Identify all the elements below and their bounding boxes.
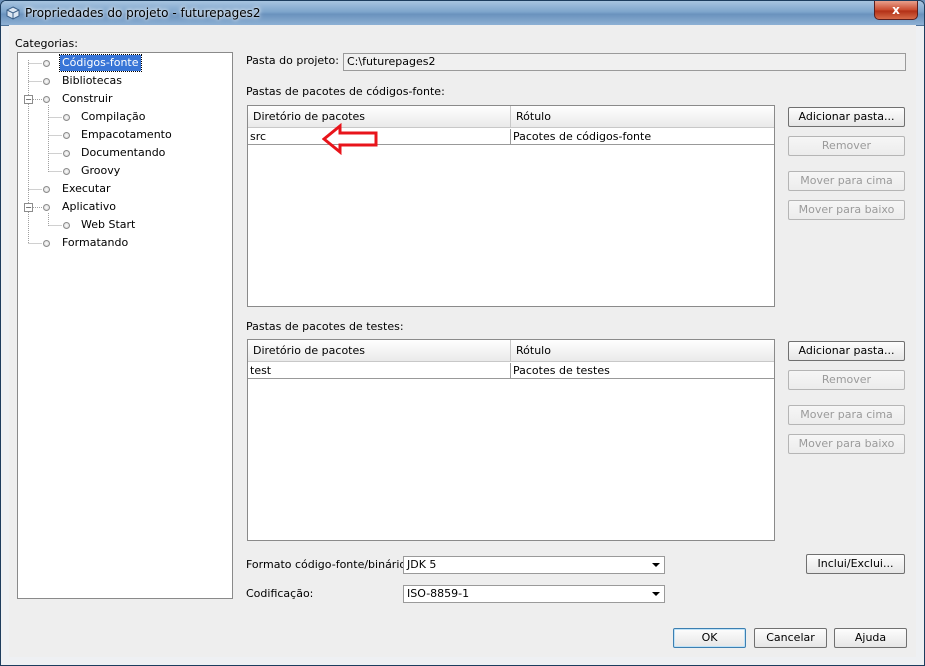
project-folder-label: Pasta do projeto: xyxy=(246,54,339,67)
tree-item-documentando[interactable]: Documentando xyxy=(81,145,165,161)
tree-item-executar[interactable]: Executar xyxy=(62,181,111,197)
test-move-up-button[interactable]: Mover para cima xyxy=(788,405,905,425)
test-add-folder-button[interactable]: Adicionar pasta... xyxy=(788,341,905,361)
cell-label[interactable]: Pacotes de testes xyxy=(511,363,774,378)
cell-dir[interactable]: test xyxy=(248,363,511,378)
tree-bullet-icon xyxy=(63,132,70,139)
tree-bullet-icon xyxy=(63,114,70,121)
tree-item-aplicativo[interactable]: Aplicativo xyxy=(62,199,116,215)
source-remove-button[interactable]: Remover xyxy=(788,136,905,156)
test-move-down-button[interactable]: Mover para baixo xyxy=(788,434,905,454)
tree-item-construir[interactable]: Construir xyxy=(62,91,113,107)
column-header-dir[interactable]: Diretório de pacotes xyxy=(248,340,511,362)
test-packages-table[interactable]: Diretório de pacotes Rótulo test Pacotes… xyxy=(247,339,775,541)
source-format-label: Formato código-fonte/binário: xyxy=(246,558,410,571)
tree-bullet-icon xyxy=(43,96,50,103)
table-row[interactable]: test Pacotes de testes xyxy=(248,363,774,379)
chevron-down-icon xyxy=(652,592,660,596)
tree-bullet-icon xyxy=(43,204,50,211)
encoding-label: Codificação: xyxy=(246,587,314,600)
tree-item-formatando[interactable]: Formatando xyxy=(62,235,128,251)
source-add-folder-button[interactable]: Adicionar pasta... xyxy=(788,107,905,127)
collapse-toggle-icon[interactable]: − xyxy=(24,203,33,212)
column-header-label[interactable]: Rótulo xyxy=(511,340,774,362)
source-move-down-button[interactable]: Mover para baixo xyxy=(788,200,905,220)
categories-tree[interactable]: Códigos-fonte Bibliotecas − Construir Co… xyxy=(17,52,233,599)
categories-label: Categorias: xyxy=(15,37,78,50)
collapse-toggle-icon[interactable]: − xyxy=(24,95,33,104)
project-folder-field[interactable]: C:\futurepages2 xyxy=(343,53,906,71)
source-format-select[interactable]: JDK 5 xyxy=(403,556,665,574)
tree-item-web-start[interactable]: Web Start xyxy=(81,217,135,233)
chevron-down-icon xyxy=(652,563,660,567)
dialog-window: Propriedades do projeto - futurepages2 x… xyxy=(0,0,925,666)
tree-bullet-icon xyxy=(43,186,50,193)
ok-button[interactable]: OK xyxy=(673,628,746,648)
tree-bullet-icon xyxy=(43,78,50,85)
tree-item-compilacao[interactable]: Compilação xyxy=(81,109,145,125)
tree-bullet-icon xyxy=(63,168,70,175)
help-button[interactable]: Ajuda xyxy=(834,628,907,648)
dialog-body: Categorias: Códigos-fonte Bibliotecas − … xyxy=(9,25,916,657)
title-bar[interactable]: Propriedades do projeto - futurepages2 x xyxy=(1,1,924,26)
window-title: Propriedades do projeto - futurepages2 xyxy=(25,6,261,20)
tree-bullet-icon xyxy=(43,60,50,67)
close-icon: x xyxy=(892,3,900,17)
source-packages-label: Pastas de pacotes de códigos-fonte: xyxy=(246,85,445,98)
cancel-button[interactable]: Cancelar xyxy=(754,628,827,648)
tree-item-empacotamento[interactable]: Empacotamento xyxy=(81,127,172,143)
encoding-value: ISO-8859-1 xyxy=(407,587,470,600)
encoding-select[interactable]: ISO-8859-1 xyxy=(403,585,665,603)
test-remove-button[interactable]: Remover xyxy=(788,370,905,390)
source-move-up-button[interactable]: Mover para cima xyxy=(788,171,905,191)
netbeans-cube-icon xyxy=(6,6,20,20)
tree-bullet-icon xyxy=(63,222,70,229)
test-packages-label: Pastas de pacotes de testes: xyxy=(246,320,404,333)
cell-label[interactable]: Pacotes de códigos-fonte xyxy=(511,129,774,144)
tree-bullet-icon xyxy=(43,240,50,247)
source-format-value: JDK 5 xyxy=(407,558,437,571)
tree-bullet-icon xyxy=(63,150,70,157)
column-header-label[interactable]: Rótulo xyxy=(511,106,774,128)
tree-item-groovy[interactable]: Groovy xyxy=(81,163,120,179)
tree-item-bibliotecas[interactable]: Bibliotecas xyxy=(62,73,122,89)
close-button[interactable]: x xyxy=(874,1,918,20)
annotation-arrow-icon xyxy=(322,123,378,155)
include-exclude-button[interactable]: Inclui/Exclui... xyxy=(806,554,905,574)
tree-item-codigos-fonte[interactable]: Códigos-fonte xyxy=(59,54,142,72)
